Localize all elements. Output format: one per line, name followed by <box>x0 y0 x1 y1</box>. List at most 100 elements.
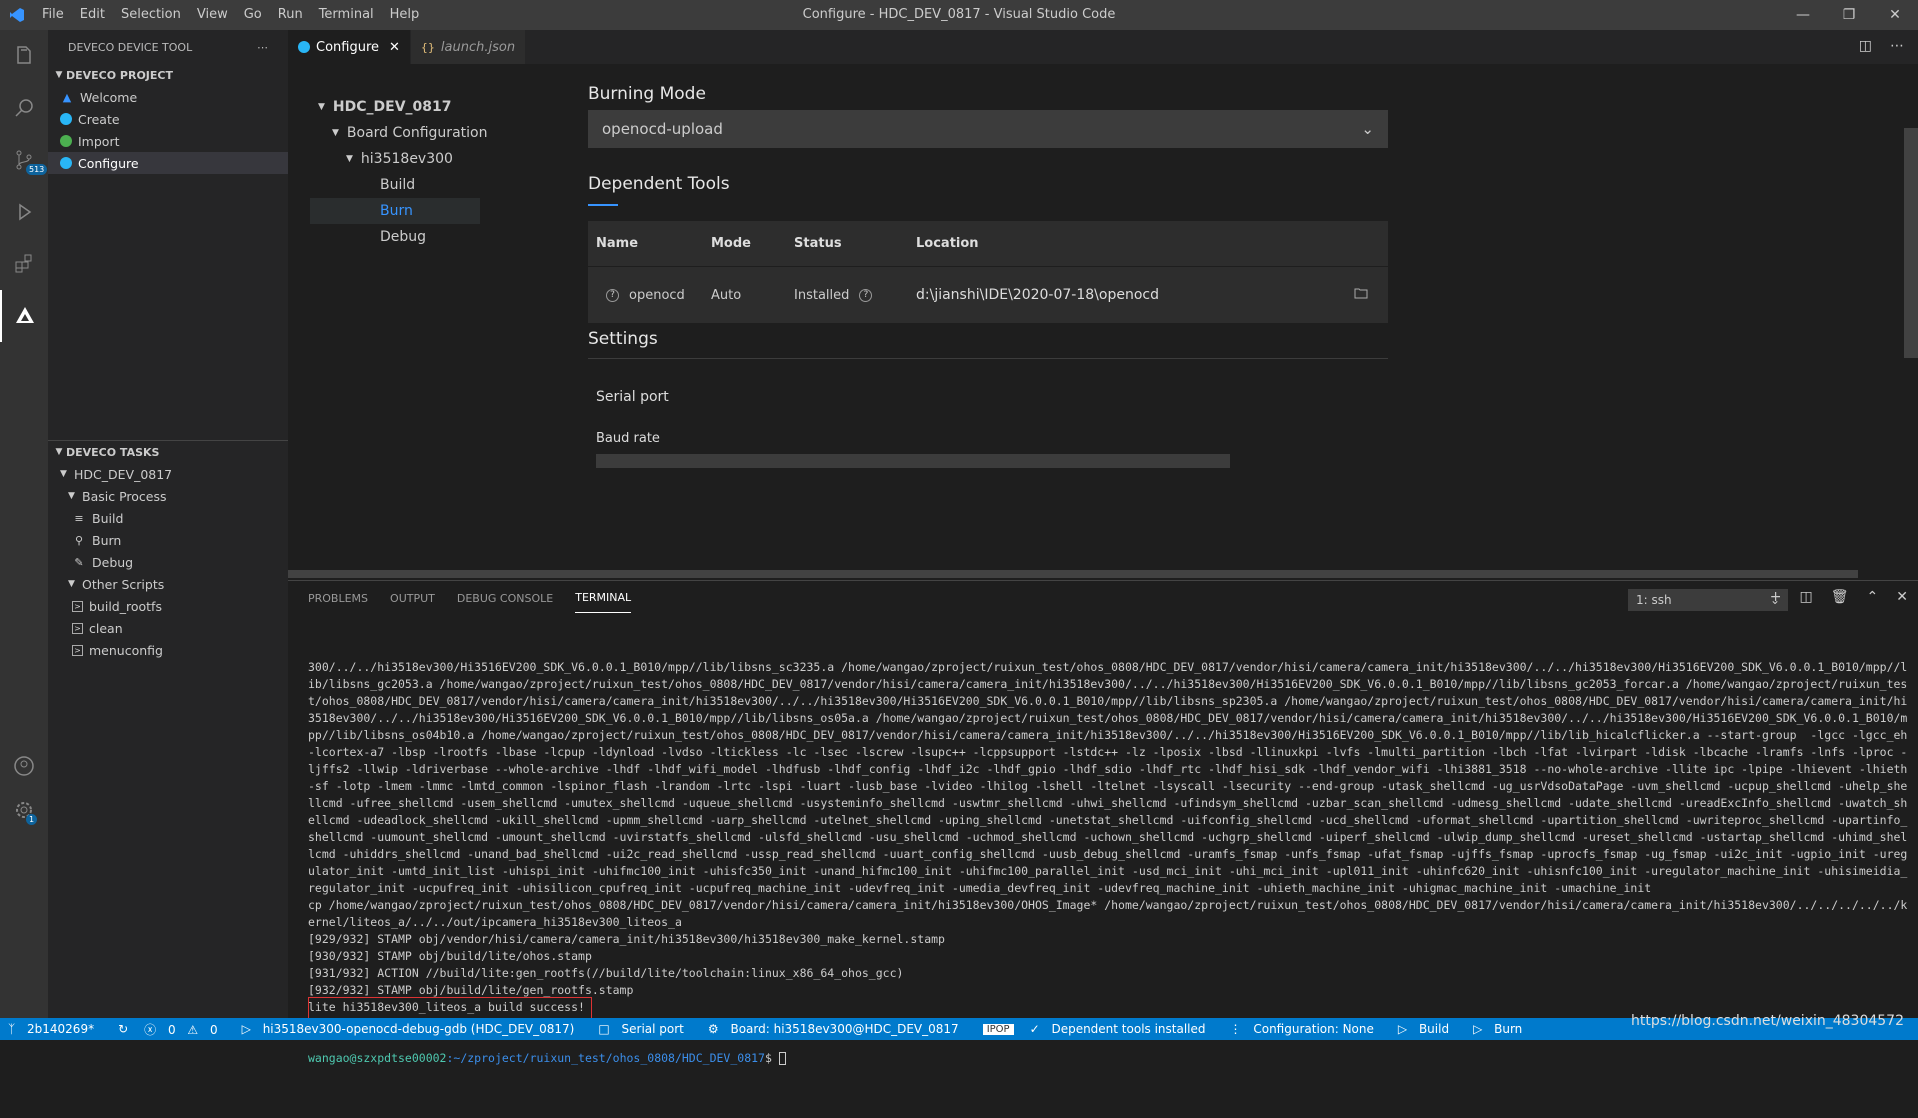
item-label: Import <box>78 133 120 149</box>
tool-name: openocd <box>629 287 685 303</box>
section-deveco-tasks[interactable]: ▼ DEVECO TASKS <box>48 441 288 463</box>
script-icon: > <box>72 644 83 656</box>
tab-launch-json[interactable]: {} launch.json <box>410 30 527 64</box>
vscode-logo-icon <box>0 0 34 30</box>
new-terminal-icon[interactable]: + <box>1770 589 1782 605</box>
menu-view[interactable]: View <box>189 0 236 30</box>
tree-debug[interactable]: Debug <box>318 224 518 250</box>
board-item[interactable]: ⚙ Board: hi3518ev300@HDC_DEV_0817 <box>708 1022 967 1036</box>
help-icon[interactable]: ? <box>859 288 873 302</box>
configure-icon <box>60 157 72 169</box>
deps-item[interactable]: ✓ Dependent tools installed <box>1030 1022 1214 1036</box>
tree-board-configuration[interactable]: ▼ Board Configuration <box>318 120 518 146</box>
close-tab-icon[interactable]: ✕ <box>389 40 400 55</box>
create-icon <box>60 113 72 125</box>
panel-tab-terminal[interactable]: TERMINAL <box>575 583 632 613</box>
group-other-scripts[interactable]: ▼ Other Scripts <box>48 573 288 595</box>
menu-go[interactable]: Go <box>236 0 270 30</box>
close-panel-icon[interactable]: ✕ <box>1896 589 1908 605</box>
settings-title: Settings <box>588 329 658 349</box>
branch-item[interactable]: ᛉ 2b140269* <box>8 1022 102 1036</box>
restore-icon[interactable]: ❐ <box>1826 0 1872 30</box>
cursor <box>778 1052 786 1065</box>
menu-edit[interactable]: Edit <box>72 0 113 30</box>
ime-indicator: IPOP <box>982 1023 1014 1035</box>
explorer-icon[interactable] <box>0 30 48 82</box>
search-icon[interactable] <box>0 82 48 134</box>
settings-badge: 1 <box>26 814 38 825</box>
maximize-panel-icon[interactable]: ⌃ <box>1867 589 1879 605</box>
split-terminal-icon[interactable]: ◫ <box>1800 589 1813 605</box>
build-item[interactable]: ▷ Build <box>1398 1022 1457 1036</box>
tree-label: Burn <box>380 203 413 219</box>
baud-rate-input[interactable] <box>596 454 1230 468</box>
chevron-down-icon: ⌄ <box>1361 120 1374 138</box>
problems-item[interactable]: ⓧ 0 ⚠ 0 <box>144 1021 226 1038</box>
editor-horizontal-scrollbar[interactable] <box>288 570 1858 578</box>
script-icon: > <box>72 622 83 634</box>
tree-chip[interactable]: ▼ hi3518ev300 <box>318 146 518 172</box>
tab-configure[interactable]: Configure ✕ <box>288 30 411 64</box>
menu-help[interactable]: Help <box>382 0 428 30</box>
task-build[interactable]: ≡ Build <box>48 507 288 529</box>
debug-config-item[interactable]: ▷ hi3518ev300-openocd-debug-gdb (HDC_DEV… <box>242 1022 583 1036</box>
group-basic-process[interactable]: ▼ Basic Process <box>48 485 288 507</box>
task-debug[interactable]: ✎ Debug <box>48 551 288 573</box>
tree-root[interactable]: ▼ HDC_DEV_0817 <box>318 94 518 120</box>
source-control-icon[interactable]: 513 <box>0 134 48 186</box>
close-window-icon[interactable]: ✕ <box>1872 0 1918 30</box>
sync-icon[interactable]: ↻ <box>118 1022 128 1036</box>
help-icon[interactable]: ? <box>606 288 619 302</box>
col-mode: Mode <box>711 236 751 251</box>
tree-label: Build <box>380 177 416 193</box>
project-item-create[interactable]: Create <box>48 108 288 130</box>
serial-port-label: Serial port <box>596 389 669 405</box>
script-menuconfig[interactable]: > menuconfig <box>48 639 288 661</box>
folder-icon[interactable] <box>1354 287 1368 303</box>
editor-more-icon[interactable]: ⋯ <box>1890 38 1904 54</box>
menu-terminal[interactable]: Terminal <box>311 0 382 30</box>
menu-file[interactable]: File <box>34 0 72 30</box>
item-label: Create <box>78 111 120 127</box>
minimize-icon[interactable]: — <box>1780 0 1826 30</box>
baud-rate-label: Baud rate <box>596 431 660 446</box>
project-item-welcome[interactable]: ▲ Welcome <box>48 86 288 108</box>
tree-build[interactable]: Build <box>318 172 518 198</box>
tab-label: launch.json <box>440 39 516 55</box>
serial-port-item[interactable]: □ Serial port <box>598 1022 692 1036</box>
prompt-user: wangao@szxpdtse00002 <box>308 1051 447 1065</box>
task-burn[interactable]: ⚲ Burn <box>48 529 288 551</box>
terminal-output[interactable]: 300/../../hi3518ev300/Hi3516EV200_SDK_V6… <box>308 625 1908 1118</box>
menu-selection[interactable]: Selection <box>113 0 189 30</box>
chevron-down-icon: ▼ <box>68 491 75 501</box>
script-build-rootfs[interactable]: > build_rootfs <box>48 595 288 617</box>
panel-tab-problems[interactable]: PROBLEMS <box>308 584 368 613</box>
section-deveco-project[interactable]: ▼ DEVECO PROJECT <box>48 64 288 86</box>
project-item-configure[interactable]: Configure <box>48 152 288 174</box>
menu-run[interactable]: Run <box>270 0 311 30</box>
warning-count: 0 <box>210 1022 218 1037</box>
configuration-item[interactable]: ⋮ Configuration: None <box>1230 1022 1382 1036</box>
project-item-import[interactable]: Import <box>48 130 288 152</box>
deveco-icon[interactable] <box>0 290 48 342</box>
settings-gear-icon[interactable]: 1 <box>0 784 48 836</box>
run-debug-icon[interactable] <box>0 186 48 238</box>
tasks-root[interactable]: ▼ HDC_DEV_0817 <box>48 463 288 485</box>
trash-icon[interactable]: 🗑 <box>1831 589 1849 605</box>
editor-scrollbar[interactable] <box>1904 128 1918 358</box>
terminal-select[interactable]: 1: ssh ⌄ <box>1628 589 1788 611</box>
panel-tab-output[interactable]: OUTPUT <box>390 584 435 613</box>
tree-burn[interactable]: Burn <box>310 198 480 224</box>
more-actions-icon[interactable]: ⋯ <box>257 41 268 54</box>
burn-item[interactable]: ▷ Burn <box>1473 1022 1530 1036</box>
sidebar-title: DEVECO DEVICE TOOL <box>68 40 193 54</box>
item-label: HDC_DEV_0817 <box>74 466 173 482</box>
extensions-icon[interactable] <box>0 238 48 290</box>
burning-mode-select[interactable]: openocd-upload ⌄ <box>588 110 1388 148</box>
script-clean[interactable]: > clean <box>48 617 288 639</box>
panel-tab-debug-console[interactable]: DEBUG CONSOLE <box>457 584 553 613</box>
chevron-down-icon: ▼ <box>318 102 325 112</box>
debug-icon: ✎ <box>74 555 84 569</box>
split-editor-icon[interactable]: ◫ <box>1859 38 1872 54</box>
prompt-path: :~/zproject/ruixun_test/ohos_0808/HDC_DE… <box>446 1051 765 1065</box>
